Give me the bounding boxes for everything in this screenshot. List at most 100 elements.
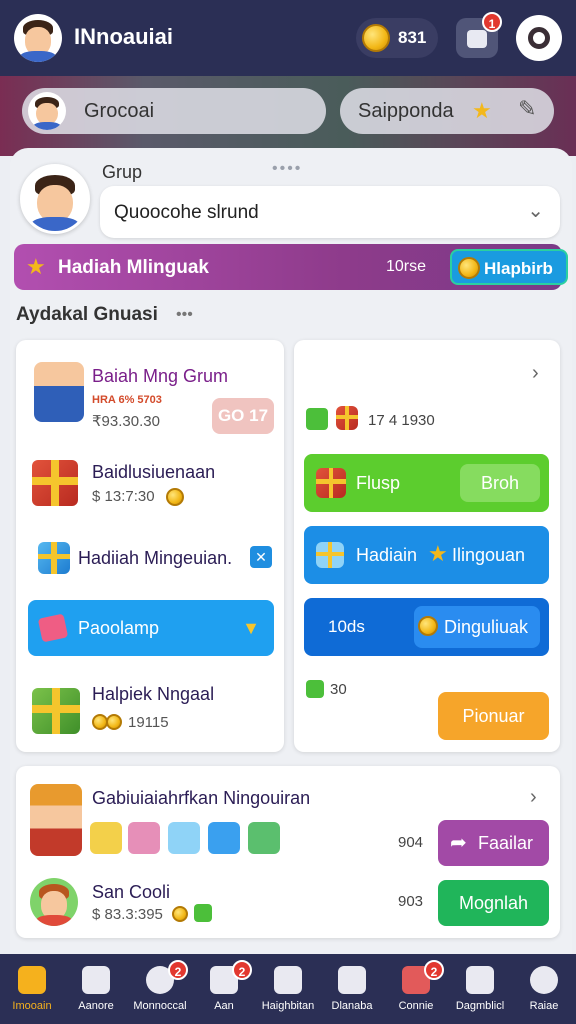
nav-item-4[interactable]: 2 Aan <box>192 954 256 1024</box>
coin-icon <box>172 906 188 922</box>
task-4-sub: 19115 <box>128 714 169 731</box>
app-title: INnoauiai <box>74 24 174 49</box>
chevron-down-icon: ▼ <box>242 618 260 638</box>
green-action-label: Flusp <box>356 473 401 493</box>
group-label: Grup <box>102 162 143 182</box>
box-icon <box>38 542 70 574</box>
nav-label: Dagmblicl <box>455 1000 505 1012</box>
top-bar: INnoauiai 831 1 <box>0 0 576 76</box>
nav-item-home[interactable]: Imooain <box>0 954 64 1024</box>
right-small-value: 30 <box>330 681 347 698</box>
coin-icon <box>458 257 480 279</box>
dark-blue-action-label: 10ds <box>328 617 365 636</box>
star-icon: ★ <box>26 254 46 279</box>
gift-icon <box>32 460 78 506</box>
dark-blue-action-button[interactable]: 10ds Dinguliuak <box>304 598 549 656</box>
coin-count: 831 <box>398 28 427 47</box>
player-avatar <box>30 878 78 926</box>
map-icon <box>274 966 302 994</box>
friend-avatar <box>28 92 66 130</box>
gift-icon <box>32 688 80 734</box>
gift-icon <box>336 406 358 430</box>
edit-icon: ✎ <box>518 96 537 121</box>
image-icon <box>466 966 494 994</box>
worker-avatar <box>34 362 84 422</box>
star-icon: ★ <box>428 541 448 566</box>
nav-item-3[interactable]: 2 Monnoccal <box>128 954 192 1024</box>
nav-item-7[interactable]: 2 Connie <box>384 954 448 1024</box>
left-banner-pill[interactable]: Grocoai <box>22 88 326 134</box>
nav-label: Monnoccal <box>133 1000 187 1012</box>
nav-item-2[interactable]: Aanore <box>64 954 128 1024</box>
weekly-reward-title: Hadiah Mlinguak <box>58 257 209 278</box>
coin-balance[interactable]: 831 <box>356 18 438 58</box>
nav-label: Aan <box>214 1000 234 1012</box>
nav-badge: 2 <box>168 960 188 980</box>
group-avatar <box>20 164 90 234</box>
shop-button[interactable]: 1 <box>456 12 502 58</box>
task-1-title: Baiah Mng Grum <box>92 366 229 386</box>
weekly-reward-count: 10rse <box>386 258 427 275</box>
more-icon[interactable]: ••• <box>176 306 193 324</box>
group-select[interactable]: Quoocohe slrund ⌄ <box>100 186 560 238</box>
bag-icon <box>467 30 487 48</box>
item-icon <box>90 822 122 854</box>
green-claim-button[interactable]: Mognlah <box>438 880 549 926</box>
share-icon[interactable]: ✕ <box>250 546 272 568</box>
right-banner-pill[interactable]: Saipponda ★ ✎ <box>340 88 554 134</box>
user-avatar[interactable] <box>14 14 62 62</box>
task-3-title: Hadiiah Mingeuian. <box>78 548 233 568</box>
share-icon: ➦ <box>450 832 467 854</box>
item-icon <box>248 822 280 854</box>
chevron-down-icon: ⌄ <box>527 200 544 222</box>
purple-action-label: Faailar <box>478 833 534 853</box>
coin-icon <box>362 24 390 52</box>
nav-label: Connie <box>398 1000 434 1012</box>
item-icon <box>208 822 240 854</box>
home-icon <box>18 966 46 994</box>
nav-item-8[interactable]: Dagmblicl <box>448 954 512 1024</box>
coin-icon <box>106 714 122 730</box>
orange-action-button[interactable]: Pionuar <box>438 692 549 740</box>
weekly-reward-bar[interactable]: ★ Hadiah Mlinguak 10rse Hlapbirb <box>14 244 568 290</box>
box-icon <box>316 542 344 568</box>
pencil-icon <box>37 613 69 643</box>
nav-label: Haighbitan <box>261 1000 315 1012</box>
item-icon <box>168 822 200 854</box>
right-pill-label: Saipponda <box>358 100 454 122</box>
nav-item-5[interactable]: Haighbitan <box>256 954 320 1024</box>
task-1-go-button[interactable]: GO 17 <box>212 398 274 434</box>
nav-label: Imooain <box>12 1000 52 1012</box>
task-1-reward: HRA 6% 5703 <box>92 394 162 406</box>
nav-label: Aanore <box>78 1000 114 1012</box>
bottom-row-2-title: San Cooli <box>92 882 171 902</box>
puzzle-icon <box>338 966 366 994</box>
purple-action-button[interactable]: ➦ Faailar <box>438 820 549 866</box>
shop-badge: 1 <box>482 12 502 32</box>
drag-handle[interactable]: •••• <box>272 160 302 178</box>
gem-icon <box>194 904 212 922</box>
claim-button-label: Hlapbirb <box>484 259 553 278</box>
blue-action-button[interactable]: Hadiain ★ Ilingouan <box>304 526 549 584</box>
left-wide-button[interactable]: Paoolamp ▼ <box>28 600 274 656</box>
blue-action-label: Hadiain <box>356 545 418 565</box>
green-action-button[interactable]: Flusp Broh <box>304 454 549 512</box>
hero-avatar <box>30 784 82 856</box>
coin-icon <box>418 616 438 636</box>
task-1-sub: ₹93.30.30 <box>92 413 160 430</box>
lock-icon <box>82 966 110 994</box>
star-icon: ★ <box>472 98 492 123</box>
chevron-right-icon[interactable]: › <box>530 786 537 809</box>
left-pill-label: Grocoai <box>84 100 155 122</box>
gift-icon <box>316 468 346 498</box>
settings-button[interactable] <box>516 15 562 61</box>
claim-button[interactable]: Hlapbirb <box>450 249 568 285</box>
nav-item-6[interactable]: Dlanaba <box>320 954 384 1024</box>
nav-label: Raiae <box>529 1000 559 1012</box>
green-inner-button[interactable]: Broh <box>460 464 540 502</box>
chevron-right-icon[interactable]: › <box>532 362 539 385</box>
dark-blue-inner-button[interactable]: Dinguliuak <box>414 606 540 648</box>
bottom-row-2-sub: $ 83.3:395 <box>92 906 163 923</box>
nav-item-9[interactable]: Raiae <box>512 954 576 1024</box>
left-wide-button-label: Paoolamp <box>78 618 160 638</box>
